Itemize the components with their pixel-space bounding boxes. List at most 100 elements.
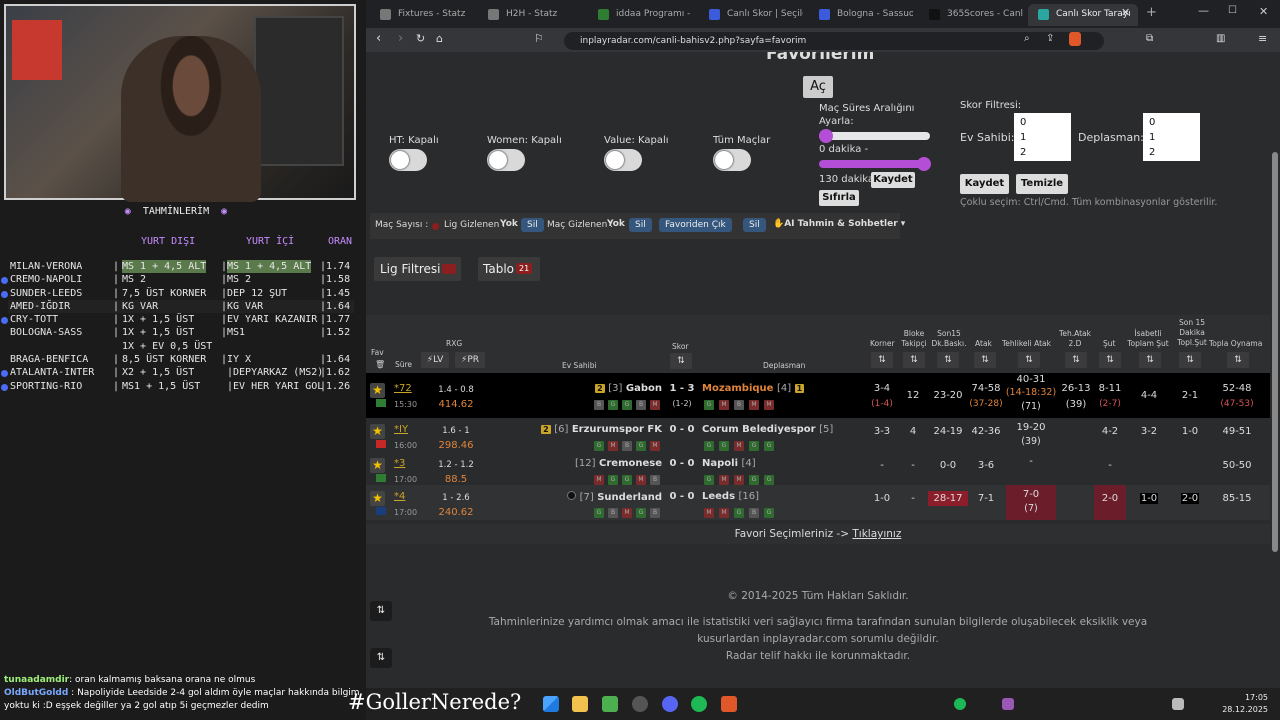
match-minute[interactable]: *IY [394,424,408,435]
tab-365scores[interactable]: 365Scores - Canlı Sk [919,4,1023,26]
menu-icon[interactable]: ≡ [1258,32,1267,45]
table-button[interactable]: Tablo 21 [478,257,540,281]
sort-son15-button[interactable]: ⇅ [937,352,959,368]
header-shots: Şut [1103,339,1116,348]
tray-app-icon[interactable] [1002,698,1014,710]
max-range-slider[interactable] [819,160,930,168]
min-range-slider[interactable] [819,132,930,140]
page-title: Favorilerim [766,52,875,64]
max-slider-handle[interactable] [917,157,931,171]
spotify-icon[interactable] [691,696,707,712]
home-icon[interactable]: ⌂ [436,32,443,45]
sort-dangerous-button[interactable]: ⇅ [1018,352,1040,368]
sort-possession-button[interactable]: ⇅ [1227,352,1249,368]
new-tab-icon[interactable]: + [1146,5,1157,20]
close-tab-icon[interactable]: ✕ [1121,6,1130,19]
away-score-listbox[interactable]: 012 [1143,113,1200,161]
sort-blocks-button[interactable]: ⇅ [903,352,925,368]
favorites-link[interactable]: Tıklayınız [852,528,901,540]
tab-favicon-icon [819,9,830,20]
volume-icon[interactable] [1172,698,1184,710]
sort-shots-button[interactable]: ⇅ [1099,352,1121,368]
away-team[interactable]: Mozambique [4] 1 [702,383,805,394]
app-icon[interactable] [602,696,618,712]
sort-teh2d-button[interactable]: ⇅ [1065,352,1087,368]
match-row[interactable]: ★ *72 15:30 1.4 - 0.8 414.62 2 [3] Gabon 1 - 3… [366,373,1270,418]
extensions-icon[interactable]: ⧉ [1146,33,1153,44]
tab-canli-skor[interactable]: Canlı Skor | Seçilen m [699,4,803,26]
match-minute[interactable]: *72 [394,383,412,394]
favorite-star-icon[interactable]: ★ [370,424,385,439]
ai-chat-dropdown[interactable]: ✋AI Tahmin & Sohbetler ▾ [773,219,905,229]
sort-son15-shots-button[interactable]: ⇅ [1179,352,1201,368]
scrollbar-thumb[interactable] [1272,152,1278,552]
tray-spotify-icon[interactable] [954,698,966,710]
minimize-icon[interactable]: — [1198,4,1209,17]
forward-icon[interactable]: › [398,31,403,46]
sidebar-icon[interactable]: ▥ [1216,33,1225,44]
min-slider-handle[interactable] [819,129,833,143]
sort-lv-button[interactable]: ⚡LV [421,352,449,368]
delete-favorite-button[interactable]: Sil [743,218,766,232]
save-range-button[interactable]: Kaydet [871,172,915,188]
favorite-star-icon[interactable]: ★ [370,458,385,473]
away-team[interactable]: Corum Belediyespor [5] [702,424,833,435]
match-row[interactable]: ★ *3 17:00 1.2 - 1.2 88.5 [12] Cremonese 0 - 0… [366,452,1270,485]
all-matches-toggle[interactable] [713,149,751,171]
tab-iddaa[interactable]: iddaa Programı - idda [588,4,692,26]
sort-attack-button[interactable]: ⇅ [974,352,996,368]
match-minute[interactable]: *3 [394,458,405,469]
home-team[interactable]: 2 [3] Gabon [496,383,662,394]
maximize-icon[interactable]: ☐ [1228,5,1237,16]
ht-toggle[interactable] [389,149,427,171]
delete-league-button[interactable]: Sil [521,218,544,232]
close-window-icon[interactable]: ✕ [1259,5,1268,18]
remove-favorite-button[interactable]: Favoriden Çık [659,218,732,232]
home-team[interactable]: 2 [6] Erzurumspor FK [496,424,662,435]
prediction-away: MS 1 + 4,5 ALT [122,260,207,274]
trash-icon[interactable]: 🗑 [375,360,385,369]
chat-message: tunaadamdir: oran kalmamış baksana orana… [4,675,256,685]
match-row[interactable]: ★ *4 17:00 1 - 2.6 240.62 [7] Sunderland 0 - … [366,485,1270,520]
away-team[interactable]: Napoli [4] [702,458,756,469]
match-row[interactable]: ★ *IY 16:00 1.6 - 1 298.46 2 [6] Erzurumspor … [366,418,1270,452]
reset-button[interactable]: Sıfırla [819,190,859,206]
sort-pr-button[interactable]: ⚡PR [455,352,485,368]
clear-score-filter-button[interactable]: Temizle [1016,174,1068,194]
save-score-filter-button[interactable]: Kaydet [960,174,1009,194]
back-icon[interactable]: ‹ [376,31,381,46]
home-team[interactable]: [12] Cremonese [496,458,662,469]
women-toggle[interactable] [487,149,525,171]
page-scrollbar[interactable] [1270,52,1280,688]
obs-icon[interactable] [632,696,648,712]
sort-on-target-button[interactable]: ⇅ [1139,352,1161,368]
home-score-listbox[interactable]: 012 [1014,113,1071,161]
favorite-star-icon[interactable]: ★ [370,491,385,506]
match-hidden-value: Yok [607,219,625,229]
open-button[interactable]: Aç [803,76,833,98]
league-filter-button[interactable]: Lig Filtresi [374,257,461,281]
sort-score-button[interactable]: ⇅ [670,353,692,369]
address-bar[interactable]: inplayradar.com/canli-bahisv2.php?sayfa=… [564,32,1104,50]
start-icon[interactable] [543,696,559,712]
score: 0 - 0 [669,491,695,502]
tab-bologna[interactable]: Bologna - Sassuolo c [809,4,913,26]
file-explorer-icon[interactable] [572,696,588,712]
brave-icon[interactable] [721,696,737,712]
discord-icon[interactable] [662,696,678,712]
system-clock[interactable]: 17:05 28.12.2025 [1222,692,1268,716]
brave-shield-icon[interactable] [1069,32,1081,46]
value-toggle[interactable] [604,149,642,171]
tab-h2h[interactable]: H2H - Statz [478,4,582,26]
home-team[interactable]: [7] Sunderland [496,491,662,503]
sort-corner-button[interactable]: ⇅ [871,352,893,368]
bookmark-icon[interactable]: ⚐ [534,32,544,45]
match-minute[interactable]: *4 [394,491,405,502]
share-icon[interactable]: ⇪ [1046,33,1054,44]
delete-match-button[interactable]: Sil [629,218,652,232]
zoom-icon[interactable]: ⌕ [1024,33,1030,44]
favorite-star-icon[interactable]: ★ [370,383,385,398]
away-team[interactable]: Leeds [16] [702,491,759,502]
reload-icon[interactable]: ↻ [416,32,425,45]
tab-fixtures[interactable]: Fixtures - Statz [370,4,474,26]
